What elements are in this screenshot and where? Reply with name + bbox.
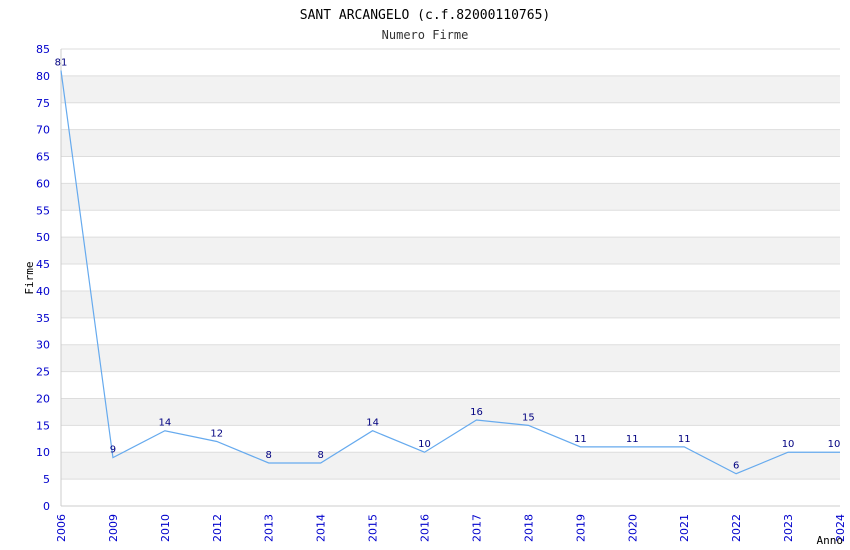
x-tick-label: 2022 [730,514,743,542]
y-tick-label: 0 [43,500,50,513]
y-tick-label: 30 [36,339,50,352]
x-tick-label: 2014 [315,514,328,542]
grid-bands [61,75,840,480]
y-tick-label: 10 [36,446,50,459]
x-tick-label: 2021 [678,514,691,542]
y-tick-label: 5 [43,473,50,486]
x-tick-label: 2019 [574,514,587,542]
y-tick-label: 15 [36,419,50,432]
data-label: 11 [678,434,691,445]
chart-title: SANT ARCANGELO (c.f.82000110765) [300,8,550,23]
x-axis-title: Anno [817,534,844,547]
data-label: 14 [366,418,379,429]
grid-band [61,290,840,318]
y-axis-title: Firme [23,261,36,294]
data-label: 8 [266,450,272,461]
y-tick-label: 20 [36,392,50,405]
data-label: 11 [574,434,587,445]
y-tick-label: 55 [36,204,50,217]
x-tick-label: 2012 [211,514,224,542]
x-tick-label: 2016 [419,514,432,542]
grid-band [61,183,840,211]
x-tick-labels: 2006 2009 2010 2012 2013 2014 2015 2016 2017 2018… [55,514,847,542]
grid-band [61,237,840,265]
data-label: 9 [110,445,116,456]
x-tick-label: 2009 [107,514,120,542]
axes [60,49,840,507]
line-chart: 0510152025303540455055606570758085 2006 2… [23,8,847,547]
y-tick-label: 50 [36,231,50,244]
y-tick-label: 75 [36,97,50,110]
y-tick-label: 45 [36,258,50,271]
data-label: 11 [626,434,639,445]
data-label: 10 [782,439,795,450]
data-label: 10 [828,439,841,450]
y-tick-label: 65 [36,151,50,164]
data-label: 10 [418,439,431,450]
data-label: 14 [158,418,171,429]
data-label: 81 [55,58,68,69]
grid-band [61,452,840,480]
chart-subtitle: Numero Firme [382,28,469,42]
data-label: 15 [522,412,535,423]
y-tick-label: 70 [36,124,50,137]
x-tick-label: 2006 [55,514,68,542]
gridlines [61,48,840,507]
grid-band [61,129,840,157]
y-tick-label: 85 [36,43,50,56]
x-tick-label: 2010 [159,514,172,542]
y-tick-label: 80 [36,70,50,83]
grid-band [61,75,840,103]
x-tick-label: 2020 [626,514,639,542]
y-tick-labels: 0 5 10 15 20 25 30 35 40 45 50 55 60 65 70 75 80 85 [36,43,50,513]
x-tick-label: 2017 [470,514,483,542]
grid-band [61,344,840,372]
data-label: 12 [210,428,223,439]
data-label: 6 [733,461,739,472]
y-tick-label: 35 [36,312,50,325]
y-tick-label: 25 [36,366,50,379]
data-label: 16 [470,407,483,418]
grid-band [61,398,840,426]
x-tick-label: 2015 [367,514,380,542]
y-tick-label: 40 [36,285,50,298]
y-tick-label: 60 [36,177,50,190]
data-label: 8 [317,450,323,461]
x-tick-label: 2018 [522,514,535,542]
x-tick-label: 2023 [782,514,795,542]
x-tick-label: 2013 [263,514,276,542]
